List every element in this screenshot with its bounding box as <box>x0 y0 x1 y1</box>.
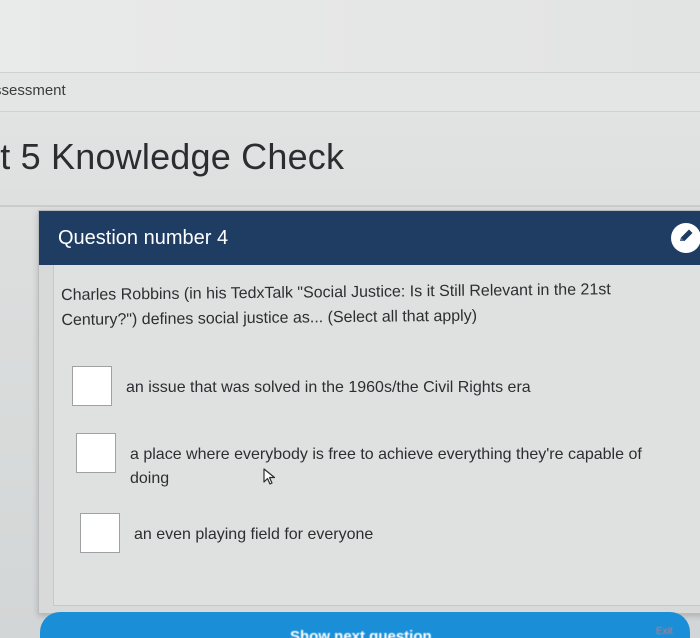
option-3[interactable]: an even playing field for everyone <box>80 513 664 553</box>
option-3-checkbox[interactable] <box>80 513 120 553</box>
edit-button[interactable] <box>671 223 700 253</box>
option-2[interactable]: a place where everybody is free to achie… <box>76 433 670 491</box>
title-divider <box>0 205 700 207</box>
option-1-label[interactable]: an issue that was solved in the 1960s/th… <box>126 376 656 400</box>
breadcrumb-strip <box>0 72 700 112</box>
option-2-checkbox[interactable] <box>76 433 116 473</box>
show-next-question-button[interactable]: Show next question <box>40 612 690 638</box>
option-3-label[interactable]: an even playing field for everyone <box>134 523 664 547</box>
pencil-icon <box>677 227 695 250</box>
question-number: Question number 4 <box>58 227 229 249</box>
option-1[interactable]: an issue that was solved in the 1960s/th… <box>72 366 656 406</box>
question-card: Question number 4 Charles Robbins (in hi… <box>38 210 700 614</box>
breadcrumb[interactable]: ssessment <box>0 82 66 99</box>
page-title: it 5 Knowledge Check <box>0 136 345 177</box>
option-2-label[interactable]: a place where everybody is free to achie… <box>130 443 670 491</box>
show-next-question-label: Show next question <box>290 628 432 638</box>
option-1-checkbox[interactable] <box>72 366 112 406</box>
question-header: Question number 4 <box>39 211 700 265</box>
top-bar <box>0 0 700 72</box>
exit-button[interactable]: Exit <box>656 626 673 637</box>
page: ssessment it 5 Knowledge Check Question … <box>0 0 700 638</box>
mouse-cursor-icon <box>262 468 278 491</box>
question-text: Charles Robbins (in his TedxTalk "Social… <box>61 281 611 329</box>
